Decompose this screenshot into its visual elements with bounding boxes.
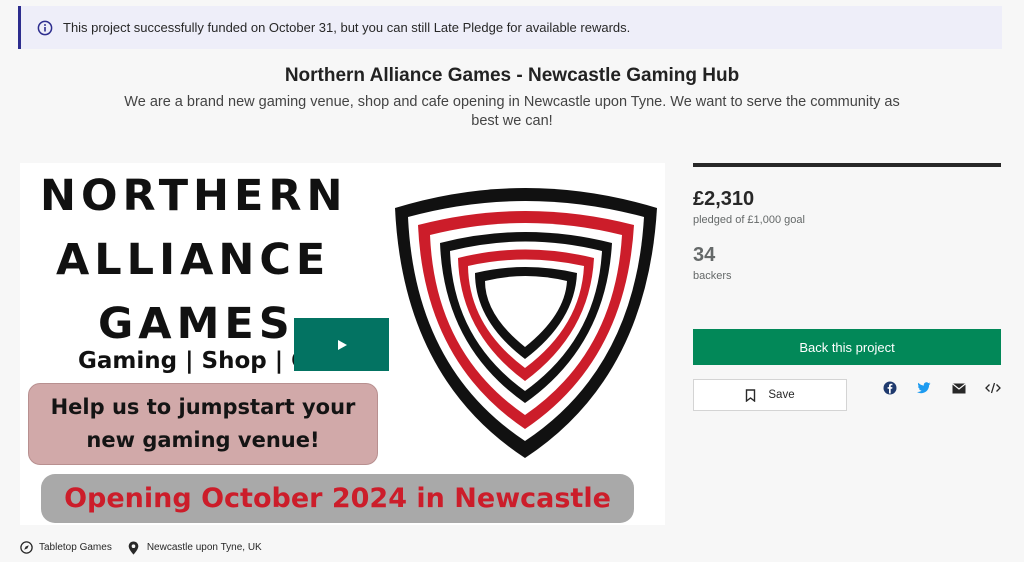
location-link[interactable]: Newcastle upon Tyne, UK bbox=[128, 541, 262, 555]
save-label: Save bbox=[768, 389, 795, 401]
callout-line-1: Help us to jumpstart your bbox=[50, 395, 356, 419]
project-meta: Tabletop Games Newcastle upon Tyne, UK bbox=[20, 541, 278, 555]
pledged-amount: £2,310 bbox=[693, 188, 755, 210]
project-video[interactable]: NORTHERN ALLIANCE GAMES Gaming | Shop | … bbox=[20, 163, 665, 525]
project-blurb: We are a brand new gaming venue, shop an… bbox=[124, 94, 900, 129]
wordmark-line-3: GAMES bbox=[98, 299, 295, 349]
callout-line-2: new gaming venue! bbox=[86, 428, 320, 452]
twitter-icon[interactable] bbox=[916, 380, 932, 396]
wordmark-line-1: NORTHERN bbox=[40, 171, 348, 221]
location-label: Newcastle upon Tyne, UK bbox=[146, 542, 262, 553]
save-button[interactable]: Save bbox=[693, 379, 847, 411]
funding-stats: £2,310 pledged of £1,000 goal 34 backers bbox=[693, 163, 1001, 282]
category-label: Tabletop Games bbox=[39, 542, 112, 553]
jumpstart-callout: Help us to jumpstart your new gaming ven… bbox=[28, 383, 378, 465]
back-project-button[interactable]: Back this project bbox=[693, 329, 1001, 365]
project-title: Northern Alliance Games - Newcastle Gami… bbox=[284, 65, 740, 86]
play-icon bbox=[337, 339, 347, 350]
mail-icon[interactable] bbox=[951, 380, 967, 396]
compass-icon bbox=[20, 541, 33, 554]
backers-count: 34 bbox=[693, 244, 716, 266]
embed-icon[interactable] bbox=[985, 380, 1001, 396]
opening-banner: Opening October 2024 in Newcastle bbox=[41, 474, 634, 523]
tagline: Gaming | Shop | Cafe bbox=[78, 348, 298, 374]
info-icon bbox=[37, 20, 53, 36]
opening-banner-text: Opening October 2024 in Newcastle bbox=[64, 483, 611, 514]
progress-bar bbox=[693, 163, 1001, 167]
play-button[interactable] bbox=[294, 318, 389, 371]
map-pin-icon bbox=[128, 541, 141, 555]
funded-notice-banner: This project successfully funded on Octo… bbox=[18, 6, 1002, 49]
category-link[interactable]: Tabletop Games bbox=[20, 541, 112, 554]
wordmark-line-2: ALLIANCE bbox=[56, 235, 331, 285]
notice-text: This project successfully funded on Octo… bbox=[63, 20, 631, 35]
facebook-icon[interactable] bbox=[882, 380, 898, 396]
goal-text: pledged of £1,000 goal bbox=[693, 214, 805, 226]
bookmark-icon bbox=[745, 388, 756, 402]
backers-label: backers bbox=[693, 270, 732, 282]
